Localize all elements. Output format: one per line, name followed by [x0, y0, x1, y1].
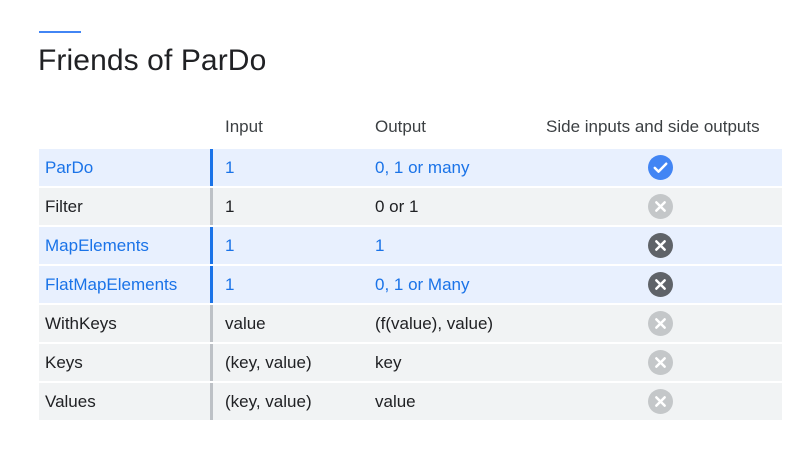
column-divider: [210, 344, 213, 381]
column-divider: [210, 227, 213, 264]
cross-dark-icon: [648, 272, 673, 297]
cross-light-icon: [648, 194, 673, 219]
table-row: Filter 1 0 or 1: [39, 188, 782, 225]
transform-name: WithKeys: [45, 314, 117, 333]
slide-title: Friends of ParDo: [38, 44, 267, 77]
transform-name: Values: [45, 392, 96, 411]
slide: Friends of ParDo Input Output Side input…: [0, 0, 812, 460]
column-divider: [210, 149, 213, 186]
cross-light-icon: [648, 350, 673, 375]
column-divider: [210, 188, 213, 225]
table-row: MapElements 1 1: [39, 227, 782, 264]
cross-light-icon: [648, 311, 673, 336]
input-cell: (key, value): [225, 353, 312, 372]
column-divider: [210, 383, 213, 420]
column-header-output: Output: [375, 117, 427, 136]
transforms-table: ParDo 1 0, 1 or many Filter 1 0 or 1 Map…: [39, 149, 782, 422]
input-cell: value: [225, 314, 266, 333]
transform-name: Keys: [45, 353, 83, 372]
table-row: FlatMapElements 1 0, 1 or Many: [39, 266, 782, 303]
output-cell: key: [375, 353, 402, 372]
column-divider: [210, 305, 213, 342]
title-accent-line: [39, 31, 81, 33]
table-row: Keys (key, value) key: [39, 344, 782, 381]
transform-name: MapElements: [45, 236, 149, 255]
output-cell: 1: [375, 236, 385, 255]
input-cell: 1: [225, 275, 235, 294]
transform-name: FlatMapElements: [45, 275, 178, 294]
input-cell: 1: [225, 236, 235, 255]
cross-dark-icon: [648, 233, 673, 258]
output-cell: 0 or 1: [375, 197, 419, 216]
output-cell: value: [375, 392, 416, 411]
table-row: ParDo 1 0, 1 or many: [39, 149, 782, 186]
input-cell: 1: [225, 158, 235, 177]
transform-name: Filter: [45, 197, 83, 216]
transform-name: ParDo: [45, 158, 94, 177]
cross-light-icon: [648, 389, 673, 414]
column-header-side-inputs-outputs: Side inputs and side outputs: [546, 117, 760, 136]
input-cell: (key, value): [225, 392, 312, 411]
output-cell: (f(value), value): [375, 314, 494, 333]
column-header-input: Input: [225, 117, 263, 136]
check-icon: [648, 155, 673, 180]
output-cell: 0, 1 or many: [375, 158, 470, 177]
input-cell: 1: [225, 197, 235, 216]
output-cell: 0, 1 or Many: [375, 275, 470, 294]
column-divider: [210, 266, 213, 303]
table-row: WithKeys value (f(value), value): [39, 305, 782, 342]
table-row: Values (key, value) value: [39, 383, 782, 420]
